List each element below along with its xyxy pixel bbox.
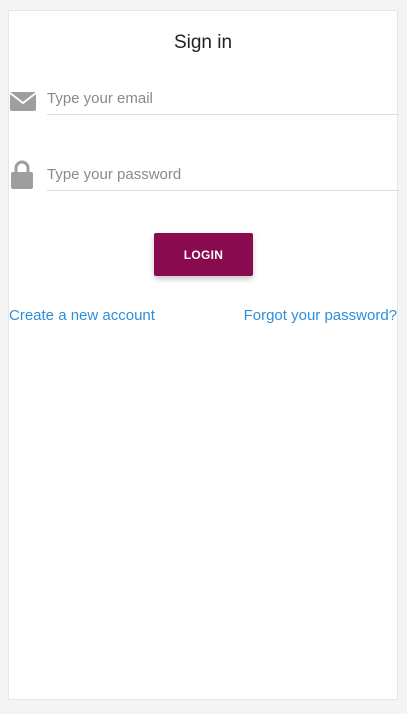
signin-card: Sign in LOGIN Create a new account Forgo… bbox=[8, 10, 399, 700]
forgot-password-link[interactable]: Forgot your password? bbox=[244, 307, 397, 324]
envelope-icon bbox=[9, 83, 37, 113]
create-account-link[interactable]: Create a new account bbox=[9, 307, 155, 324]
page-title: Sign in bbox=[173, 32, 233, 53]
lock-icon bbox=[9, 159, 37, 189]
password-field[interactable] bbox=[47, 159, 399, 191]
login-button[interactable]: LOGIN bbox=[154, 233, 253, 276]
email-field[interactable] bbox=[47, 83, 399, 115]
password-field-row bbox=[9, 159, 399, 195]
email-field-row bbox=[9, 83, 399, 119]
